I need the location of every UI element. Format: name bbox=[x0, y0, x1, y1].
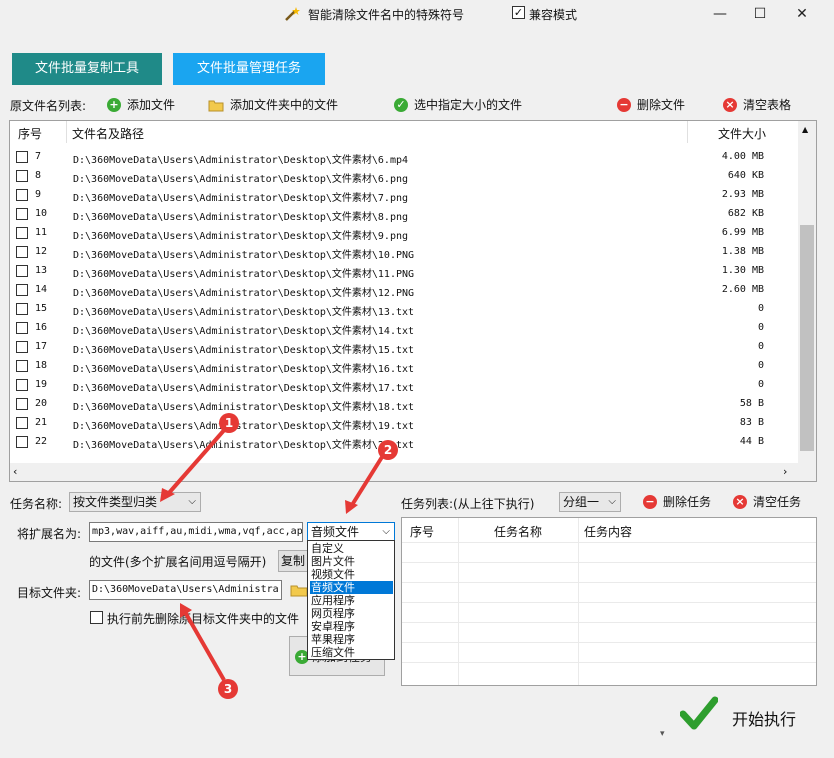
annotation-badge-2: 2 bbox=[378, 440, 398, 460]
annotation-badge-1: 1 bbox=[219, 413, 239, 433]
annotation-badge-3: 3 bbox=[218, 679, 238, 699]
annotation-arrows bbox=[160, 426, 384, 681]
